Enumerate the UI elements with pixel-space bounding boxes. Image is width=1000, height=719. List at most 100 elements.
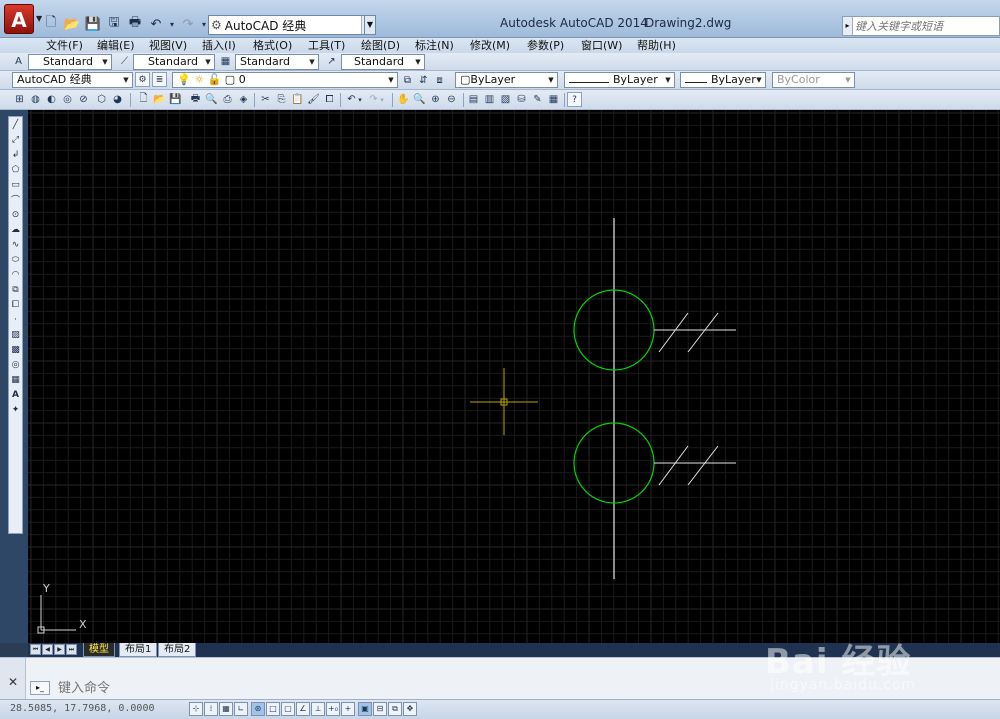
copy-icon[interactable]: ⎘ [274, 92, 289, 107]
mleader-style-icon[interactable]: ↗ [324, 54, 339, 69]
tab-layout1[interactable]: 布局1 [119, 643, 158, 657]
circle-icon[interactable]: ⊙ [9, 207, 22, 222]
selection-cycling-icon[interactable]: ⧉ [388, 702, 402, 716]
menu-format[interactable]: 格式(O) [253, 38, 292, 53]
open-icon[interactable]: 📂 [152, 92, 167, 107]
otrack-icon[interactable]: ∠ [296, 702, 310, 716]
chevron-down-icon[interactable]: ▼ [662, 73, 674, 87]
tool-palettes-icon[interactable]: ▧ [498, 92, 513, 107]
drawing-svg[interactable]: YX [28, 110, 1000, 643]
next-tab-icon[interactable]: ▶ [54, 644, 65, 655]
markup-icon[interactable]: ✎ [530, 92, 545, 107]
zoom-previous-icon[interactable]: ⊖ [444, 92, 459, 107]
revcloud-icon[interactable]: ☁ [9, 222, 22, 237]
gradient-icon[interactable]: ▩ [9, 342, 22, 357]
block-editor-icon[interactable]: ⧠ [322, 92, 337, 107]
menu-window[interactable]: 窗口(W) [581, 38, 622, 53]
design-center-icon[interactable]: ▥ [482, 92, 497, 107]
visual-style-icon[interactable]: ◕ [110, 92, 125, 107]
properties-icon[interactable]: ▤ [466, 92, 481, 107]
linetype-select[interactable]: ByLayer ▼ [564, 72, 675, 88]
render-icon[interactable]: ◐ [44, 92, 59, 107]
rectangle-icon[interactable]: ▭ [9, 177, 22, 192]
text-style-icon[interactable]: A [11, 54, 26, 69]
close-icon[interactable]: ✕ [8, 675, 18, 689]
layer-previous-icon[interactable]: ⇵ [416, 73, 431, 88]
search-expand-icon[interactable]: ▸ [843, 17, 853, 35]
view-icon[interactable]: ⊘ [76, 92, 91, 107]
menu-insert[interactable]: 插入(I) [202, 38, 236, 53]
menu-tools[interactable]: 工具(T) [308, 38, 345, 53]
chevron-down-icon[interactable]: ▼ [412, 55, 424, 69]
chevron-down-icon[interactable]: ▼ [842, 73, 854, 87]
orbit-icon[interactable]: ◎ [60, 92, 75, 107]
command-grip[interactable]: ✕ [0, 658, 26, 700]
layer-state-icon[interactable]: ⧈ [432, 73, 447, 88]
chevron-down-icon[interactable]: ▼ [385, 73, 397, 87]
save-icon[interactable]: 💾 [84, 15, 102, 33]
arc-icon[interactable]: ⌒ [9, 192, 22, 207]
undo-dropdown-icon[interactable]: ▾ [168, 15, 176, 33]
tab-model[interactable]: 模型 [83, 643, 115, 657]
construction-line-icon[interactable]: ⤢ [9, 132, 22, 147]
text-style-select[interactable]: Standard ▼ [28, 54, 112, 70]
lineweight-toggle-icon[interactable]: + [341, 702, 355, 716]
help-icon[interactable]: ? [567, 92, 582, 107]
table-icon[interactable]: ▦ [9, 372, 22, 387]
tab-layout2[interactable]: 布局2 [158, 643, 197, 657]
chevron-down-icon[interactable]: ▼ [202, 55, 214, 69]
workspace-toolbar-select[interactable]: AutoCAD 经典 ▼ [12, 72, 133, 88]
command-prompt-icon[interactable]: ▸_ [30, 681, 50, 695]
menu-dimension[interactable]: 标注(N) [415, 38, 454, 53]
menu-edit[interactable]: 编辑(E) [97, 38, 135, 53]
ucs-icon[interactable]: ⊞ [12, 92, 27, 107]
plot-preview-icon[interactable]: 🔍 [204, 92, 219, 107]
new-icon[interactable]: 🗋 [42, 15, 60, 33]
open-icon[interactable]: 📂 [63, 15, 81, 33]
object-snap-icon[interactable]: □ [266, 702, 280, 716]
workspace-settings-icon[interactable]: ⚙ [135, 72, 150, 87]
search-input[interactable] [855, 18, 995, 34]
line-icon[interactable]: ╱ [9, 117, 22, 132]
polygon-icon[interactable]: ⬠ [9, 162, 22, 177]
hatch-icon[interactable]: ▨ [9, 327, 22, 342]
table-style-icon[interactable]: ▦ [218, 54, 233, 69]
redo-dropdown-icon[interactable]: ▾ [200, 15, 208, 33]
layer-select[interactable]: 💡 ☼ 🔓 ▢ 0 ▼ [172, 72, 398, 88]
grid-display-icon[interactable]: ▦ [219, 702, 233, 716]
coordinate-readout[interactable]: 28.5085, 17.7968, 0.0000 [10, 703, 155, 714]
calculator-icon[interactable]: ▦ [546, 92, 561, 107]
quick-properties-icon[interactable]: ⊟ [373, 702, 387, 716]
sheet-set-icon[interactable]: ⛁ [514, 92, 529, 107]
zoom-realtime-icon[interactable]: 🔍 [412, 92, 427, 107]
chevron-down-icon[interactable]: ▼ [99, 55, 111, 69]
chevron-down-icon[interactable]: ▼ [545, 73, 557, 87]
undo-icon[interactable]: ↶ [147, 15, 165, 33]
plotstyle-select[interactable]: ByColor ▼ [772, 72, 855, 88]
make-block-icon[interactable]: ⧠ [9, 297, 22, 312]
paste-icon[interactable]: 📋 [290, 92, 305, 107]
plot-icon[interactable]: 🖶 [126, 15, 144, 33]
last-tab-icon[interactable]: ⏭ [66, 644, 77, 655]
ortho-mode-icon[interactable]: ∟ [234, 702, 248, 716]
chevron-down-icon[interactable]: ▼ [753, 73, 765, 87]
application-menu-button[interactable]: A [4, 4, 34, 34]
3d-print-icon[interactable]: ◈ [236, 92, 251, 107]
table-style-select[interactable]: Standard ▼ [235, 54, 319, 70]
save-icon[interactable]: 💾 [168, 92, 183, 107]
menu-parametric[interactable]: 参数(P) [527, 38, 564, 53]
pan-icon[interactable]: ✋ [396, 92, 411, 107]
chevron-down-icon[interactable]: ▼ [120, 73, 132, 87]
lineweight-select[interactable]: ByLayer ▼ [680, 72, 766, 88]
mleader-style-select[interactable]: Standard ▼ [341, 54, 425, 70]
plot-icon[interactable]: 🖶 [188, 92, 203, 107]
zoom-window-icon[interactable]: ⊕ [428, 92, 443, 107]
save-as-icon[interactable]: 🖫 [105, 15, 123, 33]
qat-customize-icon[interactable]: ▼ [364, 15, 376, 35]
point-icon[interactable]: · [9, 312, 22, 327]
workspace-select[interactable]: ⚙ AutoCAD 经典 ▼ [208, 15, 376, 35]
menu-draw[interactable]: 绘图(D) [361, 38, 400, 53]
make-current-layer-icon[interactable]: ⧉ [400, 73, 415, 88]
drawing-canvas[interactable]: YX [28, 110, 1000, 643]
menu-modify[interactable]: 修改(M) [470, 38, 510, 53]
